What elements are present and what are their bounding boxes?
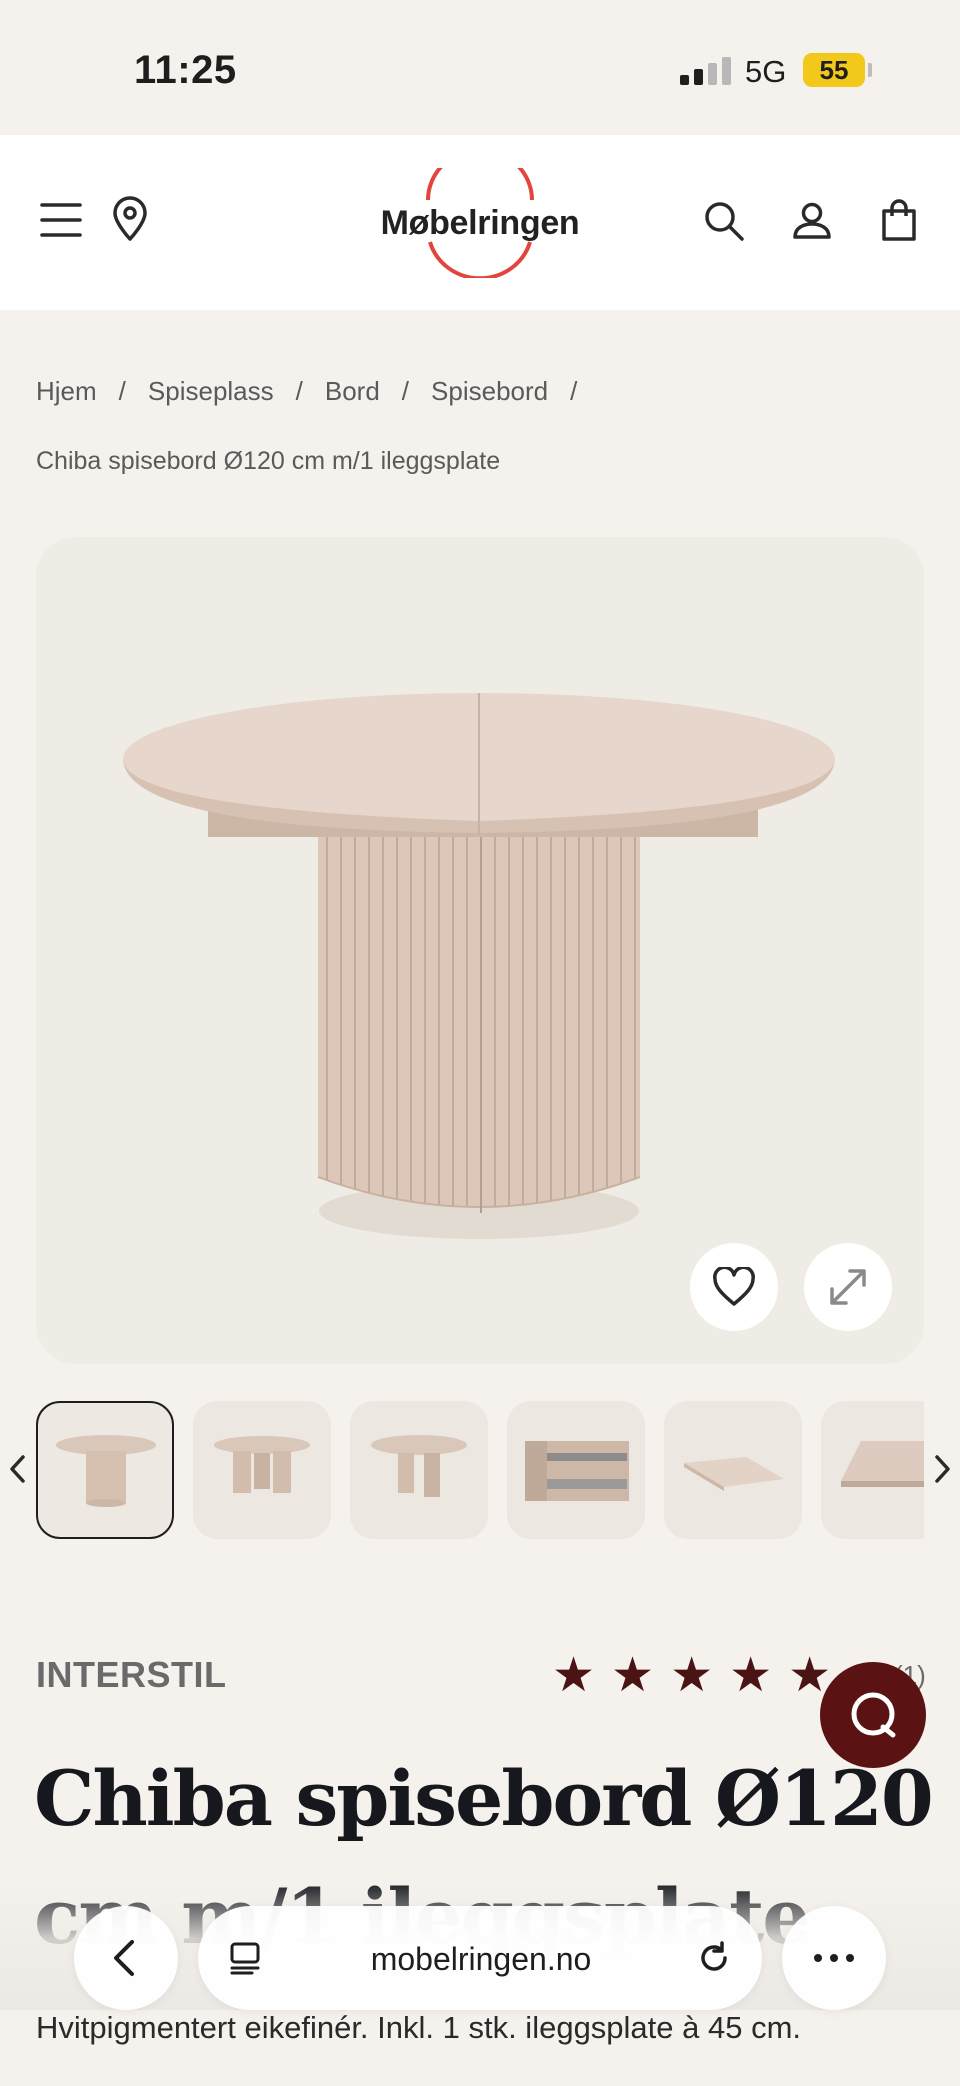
breadcrumb-item-spisebord[interactable]: Spisebord — [431, 376, 548, 407]
logo-text: Møbelringen — [380, 204, 580, 242]
browser-more-button[interactable] — [782, 1906, 886, 2010]
chevron-left-icon — [114, 1940, 134, 1976]
battery-tip — [868, 63, 872, 77]
search-icon[interactable] — [703, 200, 745, 247]
location-pin-icon[interactable] — [111, 196, 149, 247]
expand-icon — [830, 1269, 866, 1305]
cart-icon[interactable] — [880, 198, 918, 247]
rating-stars[interactable]: ★ ★ ★ ★ ★ — [552, 1652, 831, 1700]
more-icon — [814, 1954, 854, 1962]
thumbnail-3[interactable] — [350, 1401, 488, 1539]
chevron-right-icon — [935, 1455, 950, 1483]
product-brand[interactable]: INTERSTIL — [36, 1654, 227, 1696]
thumbnail-2[interactable] — [193, 1401, 331, 1539]
account-icon[interactable] — [792, 202, 832, 245]
favorite-button[interactable] — [690, 1243, 778, 1331]
browser-back-button[interactable] — [74, 1906, 178, 2010]
chat-icon — [851, 1692, 896, 1738]
breadcrumb-separator: / — [401, 376, 410, 406]
chevron-left-icon — [10, 1455, 25, 1483]
breadcrumb: Hjem / Spiseplass / Bord / Spisebord / — [36, 376, 599, 407]
tabs-icon — [230, 1942, 260, 1975]
star-icon: ★ — [729, 1649, 773, 1702]
star-icon: ★ — [552, 1649, 596, 1702]
breadcrumb-item-bord[interactable]: Bord — [325, 376, 380, 407]
heart-icon — [713, 1267, 755, 1306]
thumbnail-1[interactable] — [36, 1401, 174, 1539]
site-logo[interactable]: Møbelringen — [370, 168, 590, 278]
battery-icon: 55 — [803, 53, 865, 87]
breadcrumb-item-hjem[interactable]: Hjem — [36, 376, 97, 407]
thumbnails-prev-button[interactable] — [8, 1454, 26, 1489]
star-icon: ★ — [611, 1649, 655, 1702]
breadcrumb-current: Chiba spisebord Ø120 cm m/1 ileggsplate — [36, 447, 501, 475]
menu-icon[interactable] — [40, 201, 82, 244]
breadcrumb-item-spiseplass[interactable]: Spiseplass — [148, 376, 274, 407]
breadcrumb-separator: / — [570, 376, 578, 406]
status-time: 11:25 — [134, 48, 237, 92]
cellular-signal-icon — [680, 55, 731, 85]
star-icon: ★ — [670, 1649, 714, 1702]
product-description: Hvitpigmentert eikefinér. Inkl. 1 stk. i… — [36, 2010, 802, 2045]
thumbnail-6[interactable] — [821, 1401, 924, 1539]
product-image-gallery[interactable] — [36, 537, 924, 1364]
breadcrumb-separator: / — [118, 376, 126, 406]
network-type: 5G — [745, 54, 787, 89]
thumbnail-5[interactable] — [664, 1401, 802, 1539]
breadcrumb-separator: / — [295, 376, 303, 406]
url-text[interactable]: mobelringen.no — [346, 1941, 616, 1978]
status-bar: 11:25 5G 55 — [0, 0, 960, 135]
product-image — [123, 693, 835, 1239]
chat-button[interactable] — [820, 1662, 926, 1768]
thumbnails-next-button[interactable] — [934, 1454, 952, 1489]
reload-icon[interactable] — [694, 1938, 734, 1978]
fullscreen-button[interactable] — [804, 1243, 892, 1331]
thumbnail-4[interactable] — [507, 1401, 645, 1539]
